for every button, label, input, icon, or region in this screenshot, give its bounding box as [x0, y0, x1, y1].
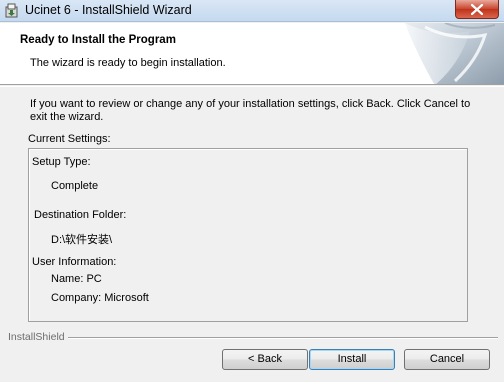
user-name: Name: PC [51, 273, 102, 285]
header-divider [0, 86, 504, 87]
window-title: Ucinet 6 - InstallShield Wizard [25, 3, 192, 17]
close-icon [471, 4, 483, 15]
header-banner: Ready to Install the Program The wizard … [0, 23, 504, 85]
page-curl-icon [405, 23, 504, 84]
current-settings-label: Current Settings: [28, 133, 111, 145]
title-bar[interactable]: Ucinet 6 - InstallShield Wizard [0, 0, 504, 22]
intro-text: If you want to review or change any of y… [30, 98, 471, 123]
cancel-button[interactable]: Cancel [404, 349, 490, 370]
page-subtitle: The wizard is ready to begin installatio… [30, 57, 226, 69]
back-button[interactable]: < Back [222, 349, 308, 370]
installshield-dialog: Ucinet 6 - InstallShield Wizard Ready to… [0, 0, 504, 382]
settings-summary-box[interactable]: Setup Type: Complete Destination Folder:… [28, 148, 468, 322]
setup-type-value: Complete [51, 180, 99, 192]
close-button[interactable] [455, 0, 499, 19]
footer-divider [68, 337, 498, 339]
install-button[interactable]: Install [309, 349, 395, 370]
destination-label: Destination Folder: [34, 209, 127, 221]
page-title: Ready to Install the Program [20, 34, 176, 46]
installshield-brand: InstallShield [8, 331, 65, 343]
setup-type-label: Setup Type: [32, 156, 91, 168]
user-info-label: User Information: [32, 256, 117, 268]
user-company: Company: Microsoft [51, 292, 149, 304]
installer-icon [4, 3, 20, 19]
destination-value: D:\软件安装\ [51, 234, 113, 246]
